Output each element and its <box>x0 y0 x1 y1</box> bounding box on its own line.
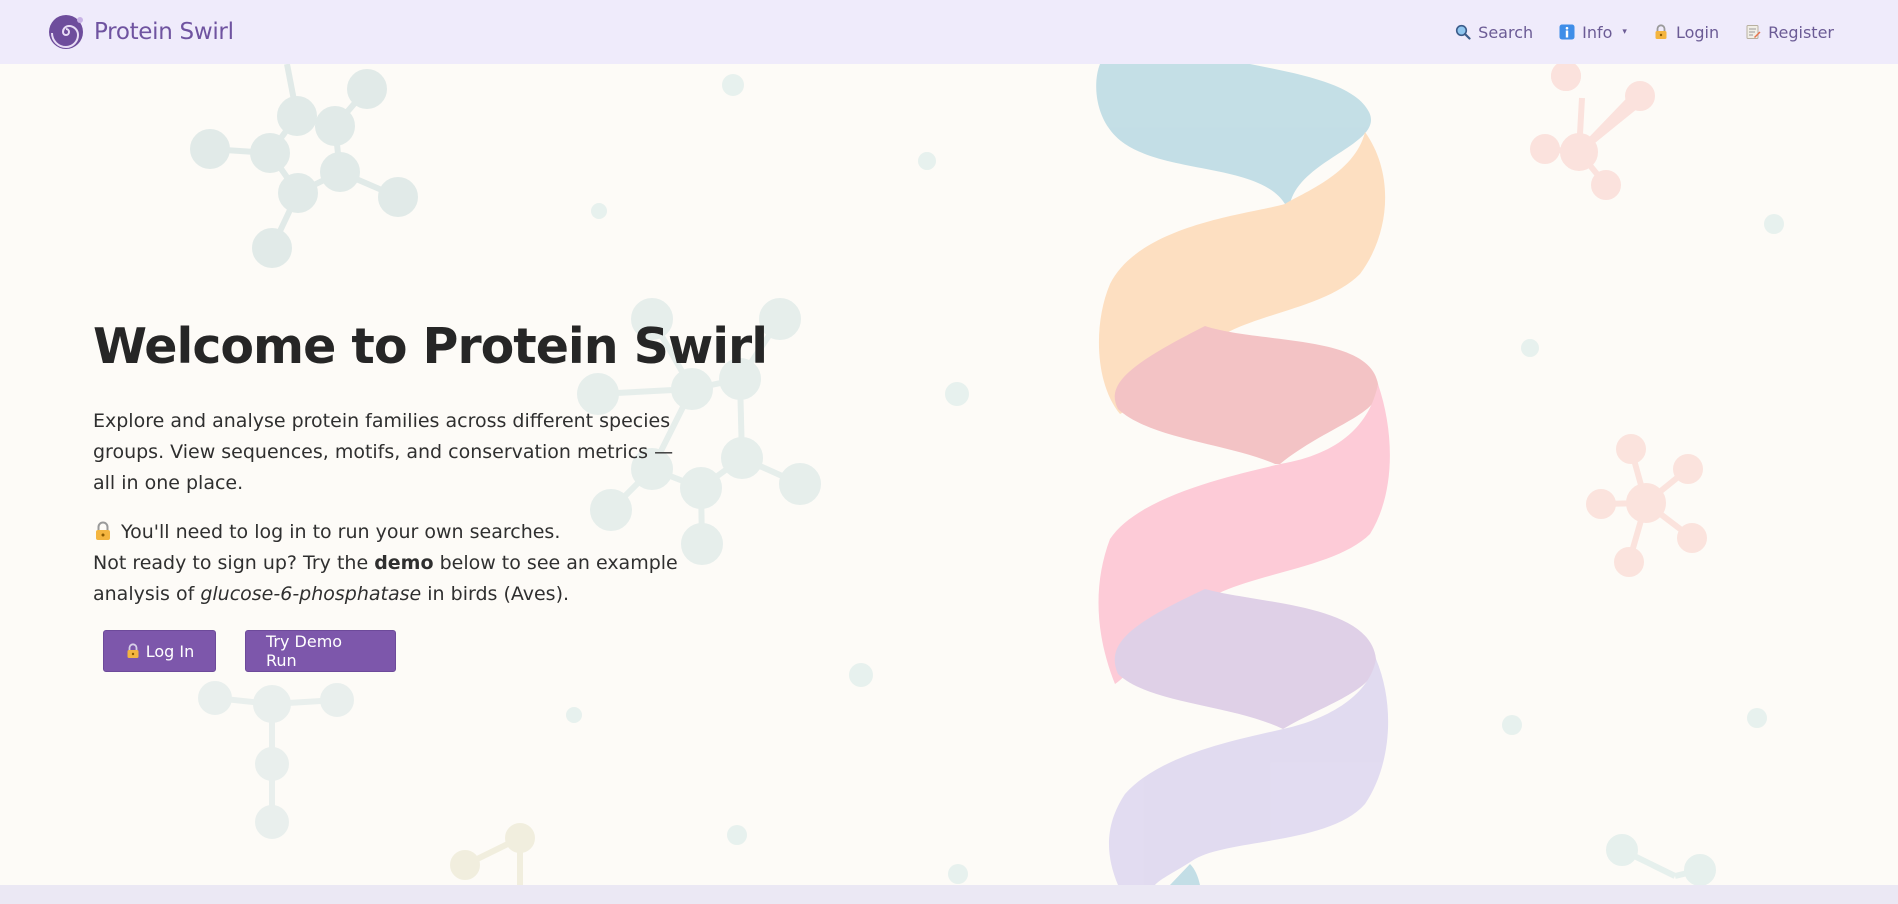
notice-line-demo-post: in birds (Aves). <box>421 582 570 605</box>
nav-login-label: Login <box>1675 22 1720 42</box>
nav-links: Search Info ▾ Login Register <box>1455 0 1834 64</box>
try-demo-button-label: Try Demo Run <box>266 632 343 670</box>
login-button-label: Log In <box>145 641 195 661</box>
notice-demo-word: demo <box>374 551 434 574</box>
molecule-top-left <box>190 64 418 268</box>
brand-name: Protein Swirl <box>94 19 234 45</box>
nav-search[interactable]: Search <box>1455 23 1533 42</box>
info-icon <box>1559 24 1575 40</box>
notice-line-demo-pre: Not ready to sign up? Try the <box>93 551 375 574</box>
footer-strip <box>0 885 1898 904</box>
molecule-bottom-left <box>198 681 354 839</box>
lock-icon <box>96 521 110 540</box>
page-title: Welcome to Protein Swirl <box>93 318 768 375</box>
navbar: Protein Swirl Search Info ▾ Login Regist… <box>0 0 1898 64</box>
nav-info[interactable]: Info ▾ <box>1559 23 1627 42</box>
nav-search-label: Search <box>1478 22 1534 42</box>
hero-content: Welcome to Protein Swirl Explore and ana… <box>93 318 768 610</box>
lock-icon <box>1655 24 1667 39</box>
login-button[interactable]: Log In <box>103 630 216 672</box>
hero: Welcome to Protein Swirl Explore and ana… <box>0 64 1898 885</box>
molecule-top-right <box>1530 64 1655 200</box>
try-demo-button[interactable]: Try Demo Run <box>245 630 396 672</box>
memo-icon <box>1746 25 1761 39</box>
molecule-bottom-yellow <box>450 823 535 885</box>
hero-notice: You'll need to log in to run your own se… <box>93 517 693 610</box>
nav-register[interactable]: Register <box>1745 23 1834 42</box>
notice-protein-name: glucose-6-phosphatase <box>200 582 422 605</box>
molecule-mid-right <box>1586 434 1707 577</box>
helix-ribbon <box>1096 64 1390 885</box>
molecule-bottom-right <box>1606 834 1716 885</box>
chevron-down-icon: ▾ <box>1622 27 1627 37</box>
swirl-logo-icon <box>49 15 83 49</box>
notice-line-login: You'll need to log in to run your own se… <box>121 520 561 543</box>
hero-buttons: Log In Try Demo Run <box>103 630 396 672</box>
magnifier-icon <box>1456 24 1471 40</box>
nav-info-label: Info <box>1582 22 1613 42</box>
hero-description: Explore and analyse protein families acr… <box>93 409 674 494</box>
brand[interactable]: Protein Swirl <box>47 13 234 51</box>
nav-register-label: Register <box>1768 22 1834 42</box>
nav-login[interactable]: Login <box>1653 23 1719 42</box>
lock-icon <box>127 643 139 658</box>
